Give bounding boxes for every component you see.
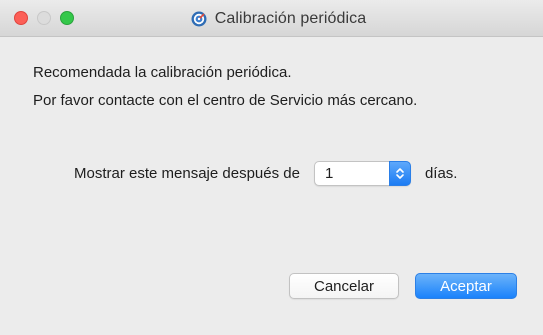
calibration-app-icon — [191, 11, 207, 27]
select-chevrons-icon[interactable] — [388, 160, 411, 186]
window-title-group: Calibración periódica — [0, 0, 543, 37]
message-line-2: Por favor contacte con el centro de Serv… — [33, 92, 418, 109]
title-bar[interactable]: Calibración periódica — [0, 0, 543, 37]
accept-button[interactable]: Aceptar — [415, 273, 517, 299]
calibration-dialog: Calibración periódica Recomendada la cal… — [0, 0, 543, 335]
cancel-button[interactable]: Cancelar — [289, 273, 399, 299]
reminder-days-select[interactable]: 1 — [313, 160, 411, 186]
reminder-row: Mostrar este mensaje después de 1 días. — [74, 158, 457, 188]
reminder-days-value: 1 — [324, 164, 334, 182]
window-title: Calibración periódica — [214, 9, 367, 27]
reminder-unit: días. — [424, 164, 458, 182]
reminder-label: Mostrar este mensaje después de — [74, 164, 300, 182]
message-line-1: Recomendada la calibración periódica. — [33, 64, 292, 81]
